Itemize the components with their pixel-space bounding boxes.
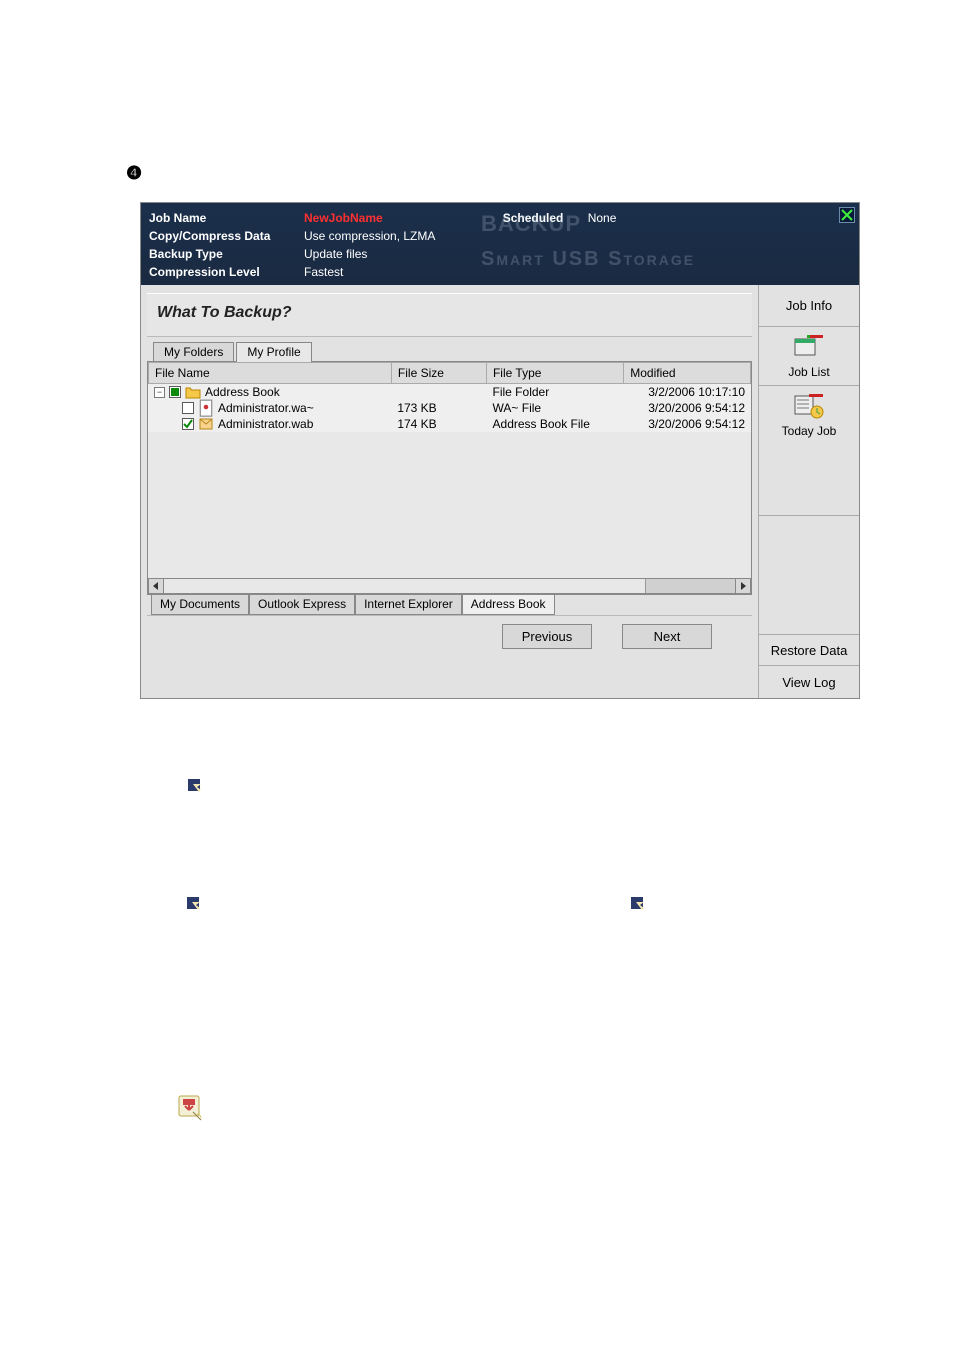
next-button[interactable]: Next (622, 624, 712, 649)
side-label: Job List (788, 365, 829, 379)
backup-type-label: Backup Type (149, 247, 304, 261)
body-area: What To Backup? My Folders My Profile Fi… (141, 285, 859, 698)
job-name-value: NewJobName (304, 211, 383, 225)
brand-storage: Smart USB Storage (481, 248, 695, 271)
col-file-size[interactable]: File Size (391, 363, 486, 384)
side-spacer (759, 516, 859, 634)
close-icon (841, 209, 853, 221)
col-file-type[interactable]: File Type (486, 363, 623, 384)
nav-bar: Previous Next (147, 615, 752, 655)
tab-my-folders[interactable]: My Folders (153, 342, 234, 362)
copy-compress-value: Use compression, LZMA (304, 229, 435, 243)
table-row[interactable]: Administrator.wa~ 173 KB WA~ File 3/20/2… (148, 400, 751, 416)
cell-name: Administrator.wa~ (218, 401, 314, 415)
pointer-icon (187, 778, 205, 796)
backup-type-value: Update files (304, 247, 367, 261)
step-number: ❹ (126, 163, 142, 184)
cell-modified: 3/20/2006 9:54:12 (624, 416, 751, 432)
side-item-job-list[interactable]: Job List (759, 327, 859, 386)
tree-expander-icon[interactable]: − (154, 387, 165, 398)
copy-compress-label: Copy/Compress Data (149, 229, 304, 243)
tab-content: File Name File Size File Type Modified (147, 361, 752, 595)
tab-outlook-express[interactable]: Outlook Express (249, 595, 355, 615)
grid-scroll-area: − Address Book File Folde (148, 384, 751, 594)
checkbox-partial-icon[interactable] (169, 386, 181, 398)
cell-size (391, 384, 486, 400)
pointer-icon (630, 896, 648, 914)
compression-level-label: Compression Level (149, 265, 304, 279)
side-title-job-info[interactable]: Job Info (759, 285, 859, 327)
folder-icon (185, 385, 201, 399)
close-button[interactable] (839, 207, 855, 223)
horizontal-scrollbar[interactable] (148, 578, 751, 594)
col-modified[interactable]: Modified (624, 363, 751, 384)
cell-type: File Folder (487, 384, 625, 400)
today-job-icon (791, 390, 827, 422)
cell-name: Address Book (205, 385, 280, 399)
scheduled-value: None (588, 211, 617, 225)
job-name-label: Job Name (149, 211, 304, 225)
cell-name: Administrator.wab (218, 417, 313, 431)
side-label: Today Job (782, 424, 837, 438)
cell-modified: 3/20/2006 9:54:12 (624, 400, 751, 416)
view-log-button[interactable]: View Log (759, 666, 859, 698)
scroll-right-icon[interactable] (735, 578, 751, 594)
cell-size: 174 KB (391, 416, 486, 432)
scroll-left-icon[interactable] (148, 578, 164, 594)
col-file-name[interactable]: File Name (149, 363, 392, 384)
file-icon (198, 401, 214, 415)
job-list-icon (791, 331, 827, 363)
file-grid: File Name File Size File Type Modified (148, 362, 751, 384)
header-panel: BACKUP Smart USB Storage Job Name NewJob… (141, 203, 859, 285)
checkbox-unchecked-icon[interactable] (182, 402, 194, 414)
pointer-icon (186, 896, 204, 914)
table-row[interactable]: − Address Book File Folde (148, 384, 751, 400)
table-row[interactable]: Administrator.wab 174 KB Address Book Fi… (148, 416, 751, 432)
tab-my-profile[interactable]: My Profile (236, 342, 311, 362)
scroll-thumb[interactable] (645, 579, 735, 593)
restore-data-button[interactable]: Restore Data (759, 634, 859, 666)
compression-level-value: Fastest (304, 265, 343, 279)
scroll-track[interactable] (164, 578, 735, 594)
checkbox-checked-icon[interactable] (182, 418, 194, 430)
download-icon (177, 1094, 205, 1122)
brand-backup: BACKUP (481, 211, 581, 237)
tab-internet-explorer[interactable]: Internet Explorer (355, 595, 462, 615)
previous-button[interactable]: Previous (502, 624, 592, 649)
cell-modified: 3/2/2006 10:17:10 (624, 384, 751, 400)
address-book-icon (198, 417, 214, 431)
backup-app-window: BACKUP Smart USB Storage Job Name NewJob… (140, 202, 860, 699)
top-tabs: My Folders My Profile (147, 337, 752, 361)
cell-type: Address Book File (487, 416, 625, 432)
tab-my-documents[interactable]: My Documents (151, 595, 249, 615)
side-column: Job Info Job List (759, 285, 859, 698)
section-title: What To Backup? (147, 293, 752, 337)
cell-type: WA~ File (487, 400, 625, 416)
main-column: What To Backup? My Folders My Profile Fi… (141, 285, 759, 698)
bottom-tabs: My Documents Outlook Express Internet Ex… (147, 595, 752, 615)
side-item-today-job[interactable]: Today Job (759, 386, 859, 516)
tab-address-book[interactable]: Address Book (462, 595, 555, 615)
cell-size: 173 KB (391, 400, 486, 416)
